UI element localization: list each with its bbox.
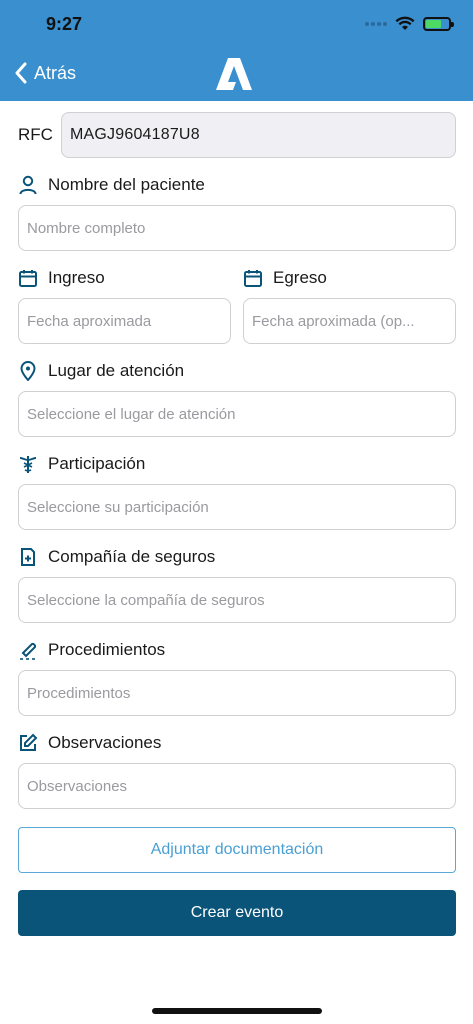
patient-label-row: Nombre del paciente [18,175,205,195]
procedure-icon [20,642,37,660]
rfc-field: MAGJ9604187U8 [61,112,456,158]
egreso-label: Egreso [273,268,327,287]
status-icons [365,16,454,32]
egreso-label-row: Egreso [243,268,327,288]
location-select[interactable]: Seleccione el lugar de atención [18,391,456,437]
status-time: 9:27 [46,14,83,34]
location-label: Lugar de atención [48,361,185,380]
rfc-label: RFC [18,125,53,144]
observations-input[interactable]: Observaciones [18,763,456,809]
procedures-label-row: Procedimientos [18,640,165,660]
location-label-row: Lugar de atención [18,361,184,381]
insurance-label: Compañía de seguros [48,547,216,566]
create-event-button[interactable]: Crear evento [18,890,456,936]
calendar-icon [19,270,37,287]
participation-label: Participación [48,454,146,473]
calendar-icon [244,270,262,287]
participation-label-row: Participación [18,454,145,474]
procedures-label: Procedimientos [48,640,166,659]
battery-icon [423,17,454,31]
back-button[interactable]: Atrás [14,62,76,84]
ingreso-label-row: Ingreso [18,268,105,288]
ingreso-date-input[interactable]: Fecha aproximada [18,298,231,344]
location-pin-icon [20,361,36,381]
participation-select[interactable]: Seleccione su participación [18,484,456,530]
attach-documents-button[interactable]: Adjuntar documentación [18,827,456,873]
user-icon [19,175,37,195]
insurance-select[interactable]: Seleccione la compañía de seguros [18,577,456,623]
egreso-date-input[interactable]: Fecha aproximada (op... [243,298,456,344]
observations-label-row: Observaciones [18,733,161,753]
patient-name-input[interactable]: Nombre completo [18,205,456,251]
back-label: Atrás [34,62,77,83]
chevron-left-icon [15,62,27,84]
cellular-signal-icon [365,22,387,26]
caduceus-icon [19,456,37,473]
rfc-row: RFC MAGJ9604187U8 [18,112,456,158]
app-logo [216,58,252,90]
insurance-label-row: Compañía de seguros [18,547,215,567]
medical-document-icon [21,548,35,566]
observations-label: Observaciones [48,733,162,752]
procedures-input[interactable]: Procedimientos [18,670,456,716]
app-header: 9:27 Atrás [0,0,473,101]
wifi-icon [395,16,415,30]
patient-label: Nombre del paciente [48,175,205,194]
ingreso-label: Ingreso [48,268,105,287]
edit-icon [20,733,38,751]
home-indicator [152,1008,322,1014]
